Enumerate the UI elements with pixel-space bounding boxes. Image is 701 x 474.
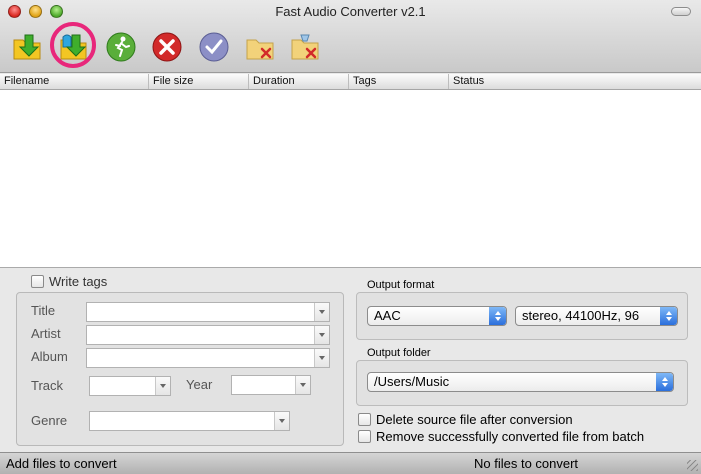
toolbar-toggle-button[interactable] — [671, 7, 691, 16]
output-folder-popup[interactable]: /Users/Music — [367, 372, 674, 392]
highlight-circle — [50, 22, 96, 68]
remove-file-icon — [246, 39, 274, 60]
artist-combo[interactable] — [86, 325, 330, 345]
remove-converted-box[interactable] — [358, 430, 371, 443]
status-left-text: Add files to convert — [6, 456, 117, 471]
popup-arrows-icon[interactable] — [656, 373, 673, 391]
chevron-down-icon[interactable] — [314, 303, 329, 321]
popup-arrows-icon[interactable] — [660, 307, 677, 325]
check-button[interactable] — [197, 30, 231, 64]
column-filename[interactable]: Filename — [0, 74, 149, 89]
artist-label: Artist — [31, 326, 61, 341]
file-table[interactable]: Filename File size Duration Tags Status — [0, 74, 701, 268]
cancel-button[interactable] — [150, 30, 184, 64]
delete-source-label: Delete source file after conversion — [376, 412, 573, 427]
delete-source-box[interactable] — [358, 413, 371, 426]
check-icon — [199, 32, 229, 62]
table-header: Filename File size Duration Tags Status — [0, 74, 701, 90]
write-tags-box[interactable] — [31, 275, 44, 288]
title-label: Title — [31, 303, 56, 318]
title-combo[interactable] — [86, 302, 330, 322]
column-file-size[interactable]: File size — [149, 74, 249, 89]
clear-files-icon — [291, 34, 319, 60]
write-tags-checkbox[interactable]: Write tags — [31, 274, 107, 289]
app-window: Fast Audio Converter v2.1 Filename File … — [0, 0, 701, 474]
resize-grip-icon[interactable] — [687, 460, 698, 471]
convert-button[interactable] — [104, 30, 138, 64]
cancel-icon — [152, 32, 182, 62]
chevron-down-icon[interactable] — [314, 326, 329, 344]
genre-combo[interactable] — [89, 411, 290, 431]
add-files-icon — [13, 34, 41, 60]
status-bar: Add files to convert No files to convert — [0, 452, 701, 474]
window-title: Fast Audio Converter v2.1 — [275, 4, 426, 19]
clear-files-button[interactable] — [288, 30, 322, 64]
track-combo[interactable] — [89, 376, 171, 396]
status-right-text: No files to convert — [474, 456, 579, 471]
track-label: Track — [31, 378, 64, 393]
remove-file-button[interactable] — [243, 30, 277, 64]
delete-source-checkbox[interactable]: Delete source file after conversion — [358, 412, 573, 427]
remove-converted-checkbox[interactable]: Remove successfully converted file from … — [358, 429, 644, 444]
column-status[interactable]: Status — [449, 74, 701, 89]
column-duration[interactable]: Duration — [249, 74, 349, 89]
chevron-down-icon[interactable] — [155, 377, 170, 395]
quality-value: stereo, 44100Hz, 96 — [522, 308, 640, 323]
output-folder-label: Output folder — [367, 347, 431, 359]
output-folder-path: /Users/Music — [374, 374, 450, 389]
quality-popup[interactable]: stereo, 44100Hz, 96 — [515, 306, 678, 326]
popup-arrows-icon[interactable] — [489, 307, 506, 325]
column-tags[interactable]: Tags — [349, 74, 449, 89]
chevron-down-icon[interactable] — [295, 376, 310, 394]
chevron-down-icon[interactable] — [274, 412, 289, 430]
convert-run-icon — [106, 32, 136, 62]
write-tags-label: Write tags — [49, 274, 108, 289]
year-combo[interactable] — [231, 375, 311, 395]
format-value: AAC — [374, 308, 401, 323]
year-label: Year — [186, 377, 213, 392]
output-format-label: Output format — [367, 279, 435, 291]
album-combo[interactable] — [86, 348, 330, 368]
remove-converted-label: Remove successfully converted file from … — [376, 429, 645, 444]
chevron-down-icon[interactable] — [314, 349, 329, 367]
format-popup[interactable]: AAC — [367, 306, 507, 326]
genre-label: Genre — [31, 413, 68, 428]
title-toolbar-area: Fast Audio Converter v2.1 — [0, 0, 701, 73]
album-label: Album — [31, 349, 68, 364]
add-files-button[interactable] — [10, 30, 44, 64]
